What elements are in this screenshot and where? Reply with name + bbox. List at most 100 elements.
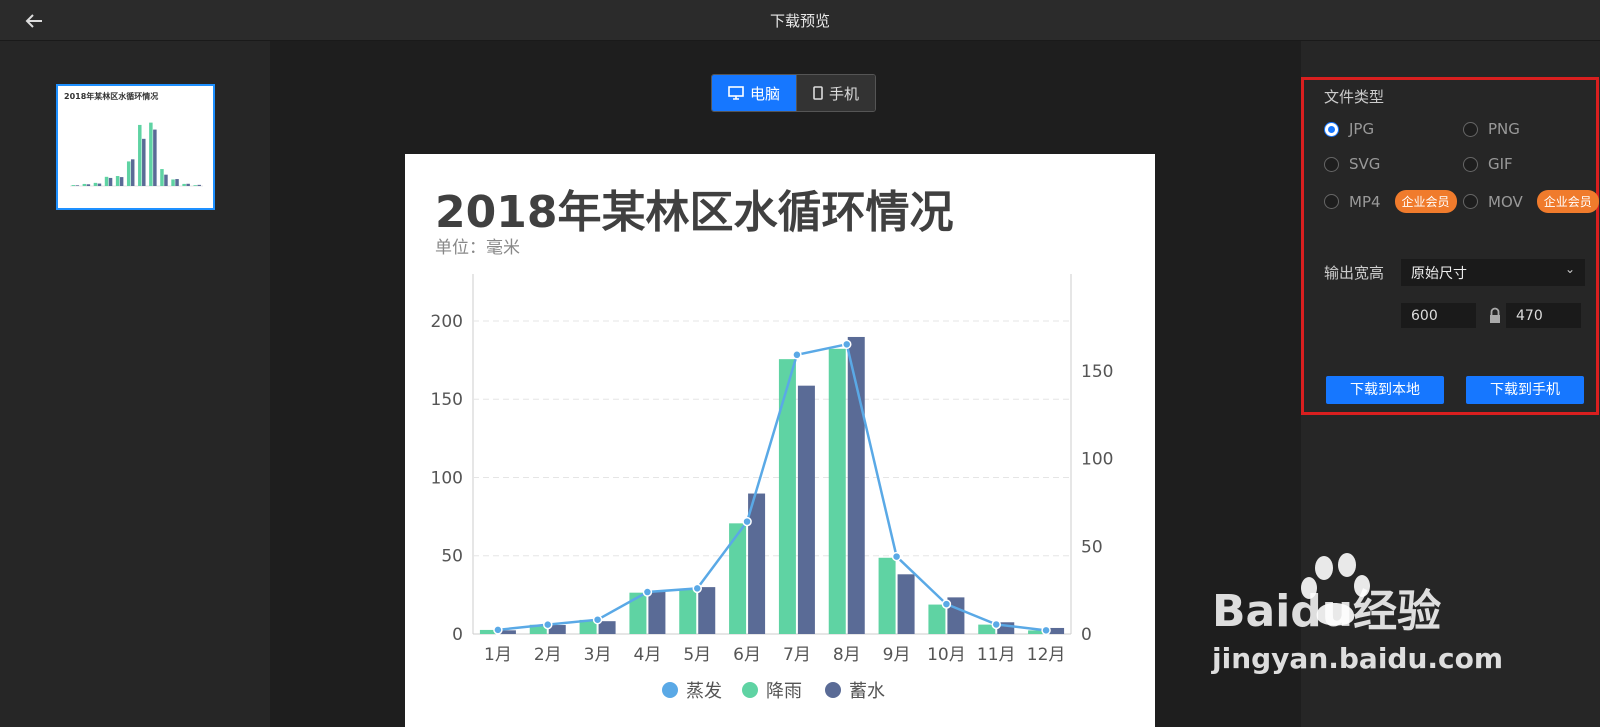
line-evaporation: [497, 342, 1047, 632]
point-evaporation: [692, 583, 702, 594]
watermark-text: Baidu经验: [1212, 586, 1442, 637]
thumbnail-bar: [186, 183, 190, 186]
point-evaporation: [842, 339, 852, 350]
chart-canvas: 2018年某林区水循环情况 单位：毫米 0 50 100 150 200 0 50 100 15…: [405, 154, 1155, 727]
thumbnail-bar: [193, 185, 197, 186]
radio-label: MOV: [1488, 192, 1523, 211]
point-evaporation: [792, 350, 802, 360]
x-tick-label: 2月: [534, 645, 562, 665]
x-tick-label: 9月: [883, 645, 911, 665]
radio-mp4[interactable]: MP4 企业会员: [1324, 190, 1457, 213]
y-tick-label-left: 100: [431, 468, 463, 488]
x-tick-label: 6月: [733, 645, 761, 665]
thumbnail-bar: [175, 179, 179, 186]
legend-label: 降雨: [766, 681, 802, 702]
bar-storage: [897, 574, 915, 634]
legend-label: 蒸发: [686, 681, 722, 702]
legend-marker: [825, 682, 841, 698]
x-tick-label: 4月: [634, 645, 662, 665]
chevron-down-icon: ⌄: [1564, 262, 1575, 276]
download-local-button[interactable]: 下载到本地: [1326, 376, 1444, 404]
mobile-tab[interactable]: 手机: [796, 75, 876, 111]
radio-png[interactable]: PNG: [1463, 120, 1520, 138]
thumbnail-bar: [97, 183, 102, 186]
thumbnail-bar: [130, 159, 135, 186]
y-tick-label-left: 0: [452, 625, 463, 645]
bar-storage: [797, 385, 815, 634]
download-settings: 文件类型 JPG PNG SVG GIF MP4 企业会员 MOV 企业会员 输…: [1301, 77, 1599, 415]
point-evaporation: [1041, 625, 1051, 636]
thumbnail-bar: [171, 179, 175, 186]
desktop-tab[interactable]: 电脑: [712, 75, 797, 111]
top-bar: 下载预览: [0, 0, 1600, 41]
x-tick-label: 12月: [1027, 645, 1066, 665]
width-input[interactable]: [1401, 303, 1476, 328]
point-evaporation: [941, 599, 952, 609]
phone-icon: [813, 86, 823, 100]
thumbnail-bar: [71, 185, 76, 186]
thumbnail-bar: [126, 161, 131, 186]
thumbnail-bar: [160, 169, 164, 186]
y-tick-label-right: 100: [1081, 450, 1113, 470]
legend-marker: [742, 682, 758, 698]
thumbnail-bar: [119, 177, 124, 186]
chart-thumbnail[interactable]: 2018年某林区水循环情况: [56, 84, 215, 210]
thumbnail-bar: [197, 184, 201, 186]
radio-label: MP4: [1349, 192, 1381, 211]
watermark-url: jingyan.baidu.com: [1212, 642, 1504, 675]
x-tick-label: 3月: [584, 645, 612, 665]
x-tick-label: 1月: [484, 645, 512, 665]
thumbnail-bar: [108, 177, 113, 186]
x-tick-label: 7月: [783, 645, 811, 665]
thumbnail-bar: [138, 124, 142, 186]
point-evaporation: [642, 587, 653, 597]
size-select-value: 原始尺寸: [1411, 266, 1467, 282]
y-tick-label-left: 150: [431, 390, 463, 410]
thumbnail-bar: [153, 129, 157, 186]
radio-dot: [1463, 194, 1478, 209]
height-input[interactable]: [1506, 303, 1581, 328]
legend-marker: [662, 682, 678, 698]
x-tick-label: 10月: [927, 645, 966, 665]
radio-label: SVG: [1349, 155, 1381, 173]
point-evaporation: [991, 619, 1001, 630]
y-tick-label-left: 200: [431, 312, 463, 332]
radio-mov[interactable]: MOV 企业会员: [1463, 190, 1599, 213]
x-tick-label: 5月: [683, 645, 711, 665]
radio-gif[interactable]: GIF: [1463, 155, 1513, 173]
y-tick-label-right: 50: [1081, 537, 1103, 557]
bar-rain: [828, 348, 846, 634]
point-evaporation: [592, 614, 603, 625]
bar-rain: [729, 523, 747, 634]
thumbnail-panel: 2018年某林区水循环情况: [0, 41, 270, 727]
legend-label: 蓄水: [849, 681, 885, 702]
radio-label: JPG: [1349, 120, 1375, 138]
thumbnail-bar: [149, 122, 153, 186]
size-select[interactable]: 原始尺寸 ⌄: [1401, 259, 1585, 286]
bar-rain: [679, 589, 697, 634]
radio-jpg[interactable]: JPG: [1324, 120, 1374, 138]
device-toggle: 电脑 手机: [711, 74, 877, 112]
y-tick-label-left: 50: [441, 547, 463, 567]
file-type-label: 文件类型: [1324, 88, 1385, 106]
point-evaporation: [543, 619, 553, 630]
enterprise-badge: 企业会员: [1536, 190, 1599, 213]
bar-storage: [698, 587, 716, 634]
thumbnail-bar: [82, 183, 87, 186]
thumbnail-bar: [93, 182, 98, 186]
bar-rain: [778, 359, 796, 634]
x-tick-label: 11月: [977, 645, 1016, 665]
point-evaporation: [493, 625, 503, 635]
radio-dot: [1324, 156, 1339, 172]
radio-dot: [1324, 194, 1339, 209]
bar-rain: [928, 604, 946, 634]
x-tick-label: 8月: [833, 645, 861, 665]
thumbnail-bar: [75, 185, 80, 186]
monitor-icon: [728, 86, 744, 100]
thumbnail-bar: [104, 176, 109, 186]
download-mobile-button[interactable]: 下载到手机: [1466, 376, 1584, 404]
point-evaporation: [742, 516, 752, 527]
mobile-tab-label: 手机: [829, 84, 860, 103]
radio-svg[interactable]: SVG: [1324, 155, 1380, 173]
lock-icon[interactable]: [1488, 307, 1502, 325]
